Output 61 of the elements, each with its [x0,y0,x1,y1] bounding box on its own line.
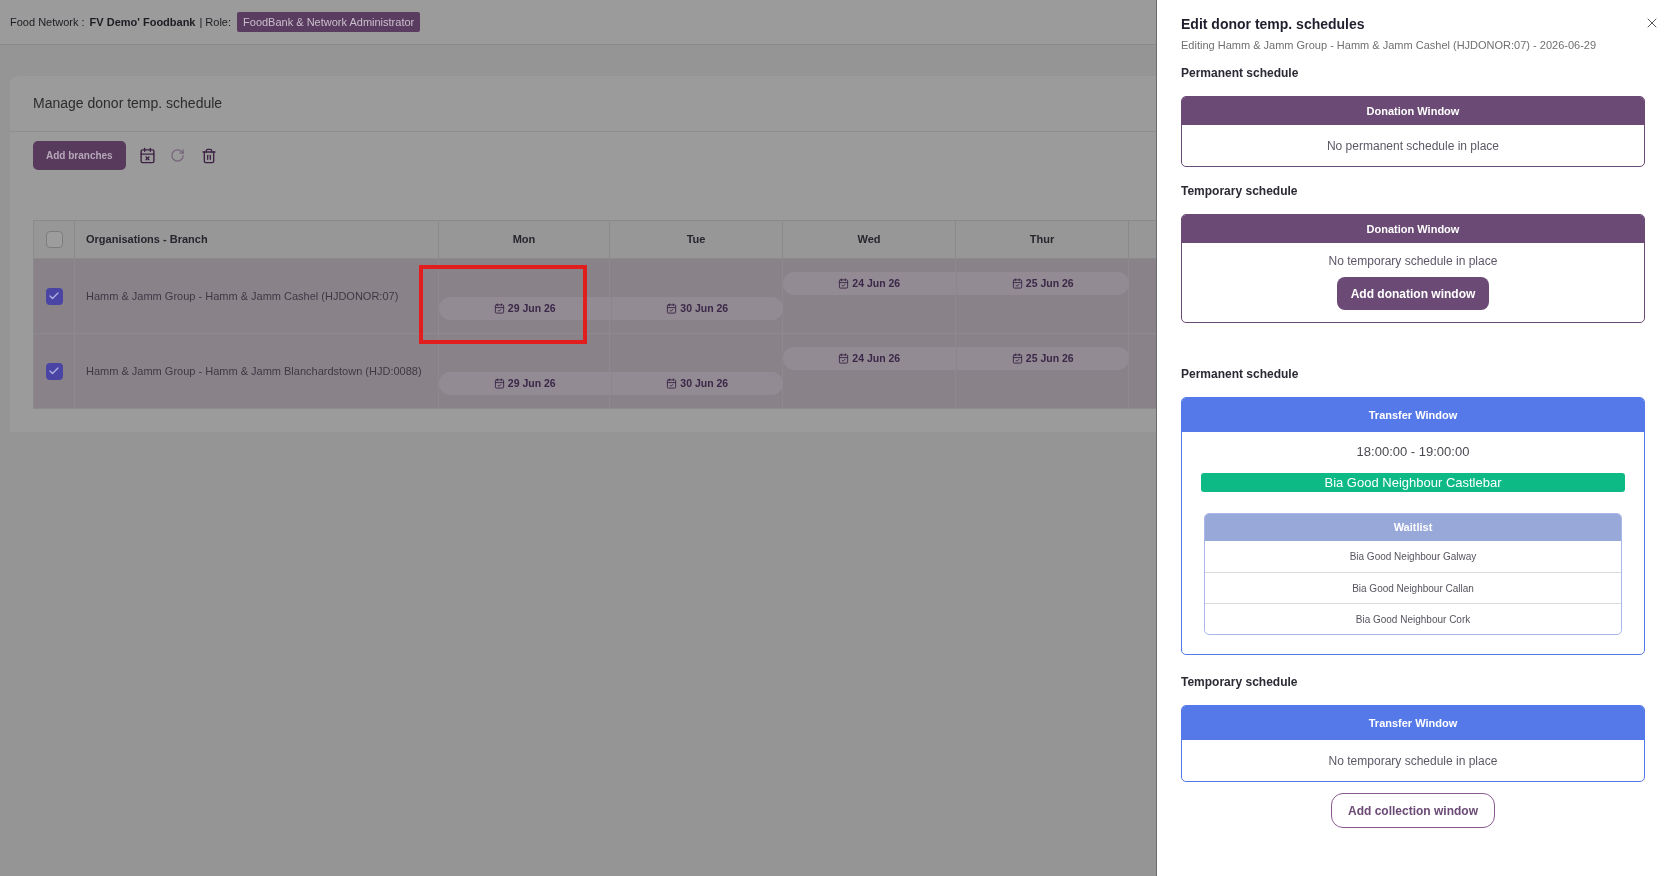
branch-name: Hamm & Jamm Group - Hamm & Jamm Cashel (HJDONOR:07) [86,288,399,304]
column-header: Tue [686,232,706,248]
date-range-bar[interactable]: 24 Jun 26 25 Jun 26 [783,347,1129,370]
checkbox[interactable] [45,287,63,305]
card-header-title: Transfer Window [1368,407,1458,423]
date-label: 30 Jun 26 [680,300,729,316]
check-icon [48,290,60,302]
section-label: Permanent schedule [1181,65,1300,81]
section-label: Temporary schedule [1181,674,1299,690]
calendar-check-icon [838,353,850,364]
column-header: Mon [512,232,536,248]
calendar-check-icon [666,378,678,389]
calendar-x-icon[interactable] [138,147,156,164]
date-label: 24 Jun 26 [852,350,901,366]
trash-icon[interactable] [200,147,217,164]
date-label: 25 Jun 26 [1025,350,1074,366]
role-label: Role: [205,14,232,30]
column-header: Organisations - Branch [86,232,208,248]
calendar-check-icon [1011,278,1023,289]
network-name: FV Demo' Foodbank [89,14,196,30]
date-label: 30 Jun 26 [680,375,729,391]
panel-subtitle: Editing Hamm & Jamm Group - Hamm & Jamm Cashel (HJDONOR:07) - 2026-06-29 [1181,38,1598,52]
date-label: 24 Jun 26 [852,275,901,291]
empty-message: No temporary schedule in place [1328,752,1498,770]
add-window-button[interactable]: Add collection window [1331,793,1495,828]
column-header: Thur [1029,232,1055,248]
check-icon [48,365,60,377]
empty-message: No temporary schedule in place [1328,254,1498,268]
calendar-check-icon [493,378,505,389]
branch-name: Hamm & Jamm Group - Hamm & Jamm Blanchardstown (HJD:0088) [86,363,422,379]
waitlist-title: Waitlist [1393,520,1433,536]
waitlist-item: Bia Good Neighbour Galway [1349,550,1477,564]
checkbox[interactable] [45,231,63,248]
add-branches-button[interactable]: Add branches [33,141,126,170]
role-tag: FoodBank & Network Administrator [237,12,421,32]
network-label: Food Network : [10,14,85,30]
date-label: 25 Jun 26 [1025,275,1074,291]
calendar-check-icon [493,303,505,314]
waitlist-item: Bia Good Neighbour Callan [1352,581,1474,596]
panel-title: Edit donor temp. schedules [1181,15,1365,34]
calendar-check-icon [838,278,850,289]
card-header-title: Donation Window [1366,103,1460,119]
date-label: 29 Jun 26 [507,300,556,316]
checkbox[interactable] [45,362,63,380]
page-title: Manage donor temp. schedule [33,94,223,113]
section-label: Temporary schedule [1181,183,1299,199]
separator: | [199,14,203,30]
empty-message: No permanent schedule in place [1326,137,1500,155]
calendar-check-icon [1011,353,1023,364]
card-header-title: Donation Window [1366,221,1460,237]
assigned-organisation-bar: Bia Good Neighbour Castlebar [1201,473,1625,492]
column-header: Wed [857,232,881,248]
date-range-bar[interactable]: 24 Jun 26 25 Jun 26 [783,272,1129,295]
section-label: Permanent schedule [1181,366,1300,382]
calendar-check-icon [666,303,678,314]
waitlist-item: Bia Good Neighbour Cork [1355,612,1471,627]
date-label: 29 Jun 26 [507,375,556,391]
time-range: 18:00:00 - 19:00:00 [1355,444,1471,460]
card-header-title: Transfer Window [1368,715,1458,731]
date-range-bar[interactable]: 29 Jun 26 30 Jun 26 [439,372,783,395]
add-window-button[interactable]: Add donation window [1336,277,1490,310]
